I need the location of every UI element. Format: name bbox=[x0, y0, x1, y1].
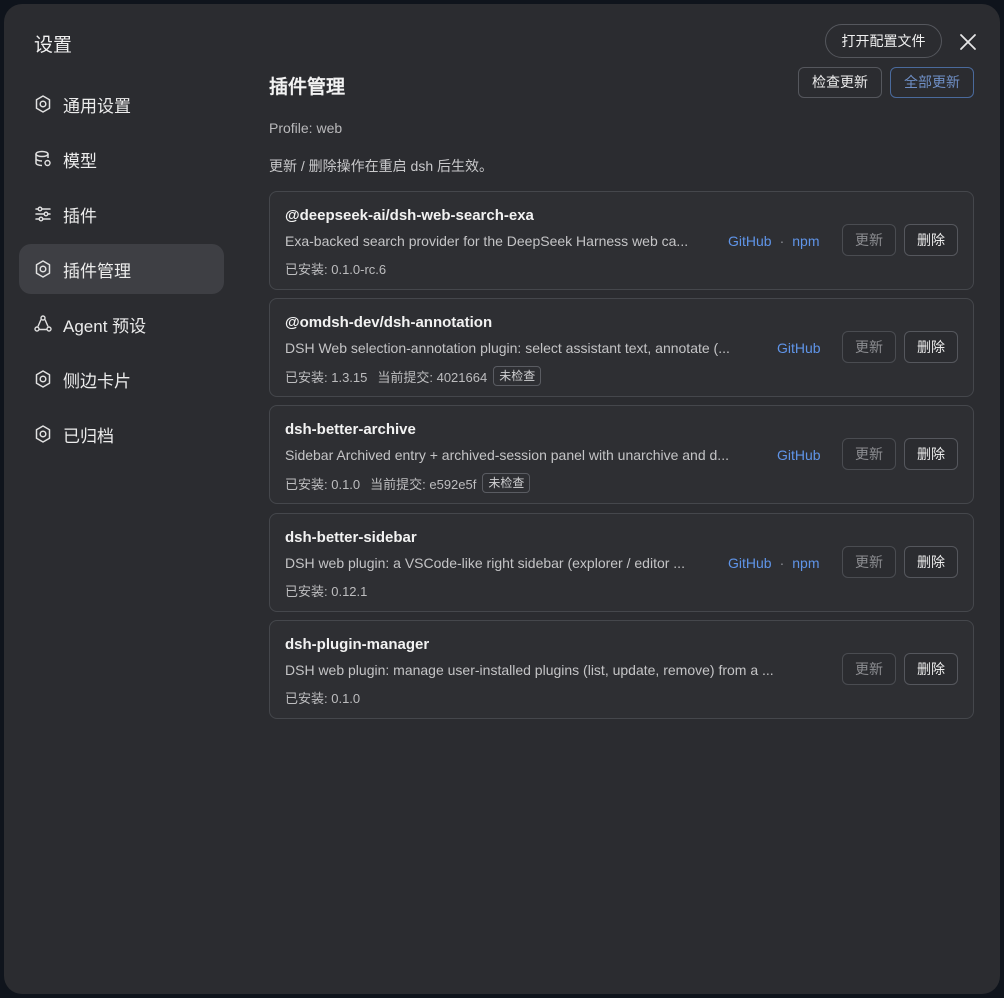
sliders-icon bbox=[33, 204, 53, 224]
sidebar-item-label: 通用设置 bbox=[63, 96, 131, 116]
plugin-description: DSH web plugin: a VSCode-like right side… bbox=[285, 555, 685, 571]
sidebar-item-models[interactable]: 模型 bbox=[19, 134, 224, 184]
sidebar-item-label: 插件 bbox=[63, 206, 97, 226]
page-title: 插件管理 bbox=[269, 77, 346, 98]
open-config-button[interactable]: 打开配置文件 bbox=[825, 24, 942, 58]
plugin-meta: 已安装: 0.1.0-rc.6 bbox=[285, 259, 386, 278]
sidebar-item-agent-presets[interactable]: Agent 预设 bbox=[19, 299, 224, 349]
plugin-name: @deepseek-ai/dsh-web-search-exa bbox=[285, 207, 534, 224]
sidebar-item-side-cards[interactable]: 侧边卡片 bbox=[19, 354, 224, 404]
gear-icon bbox=[33, 94, 53, 114]
github-link[interactable]: GitHub bbox=[728, 233, 772, 249]
gear-icon bbox=[33, 369, 53, 389]
plugin-description: Exa-backed search provider for the DeepS… bbox=[285, 233, 689, 249]
plugin-links: GitHub · npm bbox=[728, 233, 819, 249]
plugin-name: dsh-plugin-manager bbox=[285, 636, 430, 653]
database-icon bbox=[33, 149, 53, 169]
status-badge: 未检查 bbox=[482, 473, 531, 493]
npm-link[interactable]: npm bbox=[792, 233, 819, 249]
update-button[interactable]: 更新 bbox=[842, 653, 896, 685]
installed-version: 已安装: 0.1.0 bbox=[285, 476, 361, 492]
update-button[interactable]: 更新 bbox=[842, 546, 896, 578]
plugin-meta: 已安装: 0.1.0 bbox=[285, 688, 360, 707]
current-commit: 当前提交: 4021664 bbox=[377, 369, 488, 385]
current-commit: 当前提交: e592e5f bbox=[370, 476, 477, 492]
delete-button[interactable]: 删除 bbox=[904, 546, 958, 578]
plugin-name: @omdsh-dev/dsh-annotation bbox=[285, 314, 493, 331]
link-separator: · bbox=[779, 233, 785, 249]
installed-version: 已安装: 0.1.0-rc.6 bbox=[285, 262, 387, 277]
check-updates-button[interactable]: 检查更新 bbox=[798, 67, 882, 98]
sidebar-item-label: 已归档 bbox=[63, 426, 114, 446]
profile-label: Profile: web bbox=[269, 120, 343, 136]
update-button[interactable]: 更新 bbox=[842, 224, 896, 256]
github-link[interactable]: GitHub bbox=[777, 447, 821, 463]
plugin-card: @deepseek-ai/dsh-web-search-exa Exa-back… bbox=[269, 191, 974, 290]
plugin-description: DSH web plugin: manage user-installed pl… bbox=[285, 662, 774, 678]
agent-cycle-icon bbox=[33, 314, 53, 334]
update-button[interactable]: 更新 bbox=[842, 438, 896, 470]
plugin-meta: 已安装: 0.12.1 bbox=[285, 581, 367, 600]
npm-link[interactable]: npm bbox=[792, 555, 819, 571]
plugin-card: dsh-better-sidebar DSH web plugin: a VSC… bbox=[269, 513, 974, 612]
installed-version: 已安装: 1.3.15 bbox=[285, 369, 368, 385]
plugin-meta: 已安装: 0.1.0 当前提交: e592e5f 未检查 bbox=[285, 473, 531, 493]
plugin-description: DSH Web selection-annotation plugin: sel… bbox=[285, 340, 730, 356]
delete-button[interactable]: 删除 bbox=[904, 438, 958, 470]
plugin-links: GitHub bbox=[777, 447, 821, 463]
github-link[interactable]: GitHub bbox=[728, 555, 772, 571]
sidebar-item-label: 插件管理 bbox=[63, 261, 131, 281]
link-separator: · bbox=[779, 555, 785, 571]
sidebar-item-plugins[interactable]: 插件 bbox=[19, 189, 224, 239]
plugin-links: GitHub bbox=[777, 340, 821, 356]
github-link[interactable]: GitHub bbox=[777, 340, 821, 356]
gear-icon bbox=[33, 424, 53, 444]
gear-icon bbox=[33, 259, 53, 279]
status-badge: 未检查 bbox=[493, 366, 542, 386]
delete-button[interactable]: 删除 bbox=[904, 653, 958, 685]
delete-button[interactable]: 删除 bbox=[904, 224, 958, 256]
plugin-description: Sidebar Archived entry + archived-sessio… bbox=[285, 447, 729, 463]
sidebar-item-archived[interactable]: 已归档 bbox=[19, 409, 224, 459]
sidebar-item-plugin-manager[interactable]: 插件管理 bbox=[19, 244, 224, 294]
restart-notice: 更新 / 删除操作在重启 dsh 后生效。 bbox=[269, 158, 494, 174]
update-all-button[interactable]: 全部更新 bbox=[890, 67, 974, 98]
plugin-card: dsh-better-archive Sidebar Archived entr… bbox=[269, 405, 974, 504]
settings-dialog: 设置 打开配置文件 通用设置 模型 插件 插件管理 Agent 预设 侧边卡片 … bbox=[4, 4, 1000, 994]
plugin-card: @omdsh-dev/dsh-annotation DSH Web select… bbox=[269, 298, 974, 397]
plugin-name: dsh-better-sidebar bbox=[285, 529, 417, 546]
update-button[interactable]: 更新 bbox=[842, 331, 896, 363]
sidebar-item-label: 侧边卡片 bbox=[63, 371, 131, 391]
sidebar-item-label: Agent 预设 bbox=[63, 316, 147, 336]
close-icon[interactable] bbox=[956, 30, 980, 54]
plugin-name: dsh-better-archive bbox=[285, 421, 416, 438]
delete-button[interactable]: 删除 bbox=[904, 331, 958, 363]
plugin-card: dsh-plugin-manager DSH web plugin: manag… bbox=[269, 620, 974, 719]
dialog-title: 设置 bbox=[34, 35, 73, 56]
sidebar-item-general[interactable]: 通用设置 bbox=[19, 79, 224, 129]
plugin-meta: 已安装: 1.3.15 当前提交: 4021664 未检查 bbox=[285, 366, 542, 386]
installed-version: 已安装: 0.12.1 bbox=[285, 584, 368, 599]
sidebar-item-label: 模型 bbox=[63, 151, 97, 171]
installed-version: 已安装: 0.1.0 bbox=[285, 691, 361, 706]
plugin-links: GitHub · npm bbox=[728, 555, 819, 571]
